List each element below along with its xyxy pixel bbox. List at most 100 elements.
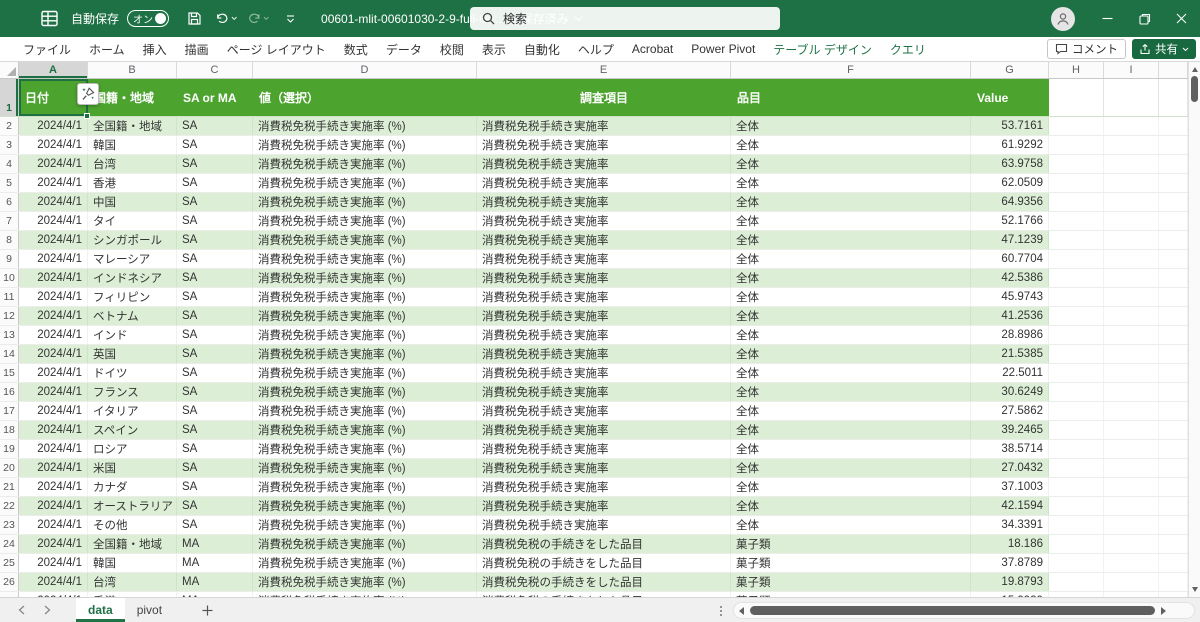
cell-empty[interactable] (1104, 554, 1159, 572)
add-sheet-button[interactable] (190, 598, 224, 622)
cell-G15[interactable]: 22.5011 (971, 364, 1049, 382)
sheet-nav-left-icon[interactable] (8, 598, 34, 622)
row-header-21[interactable]: 21 (0, 478, 19, 496)
cell-G4[interactable]: 63.9758 (971, 155, 1049, 173)
cell-A19[interactable]: 2024/4/1 (19, 440, 88, 458)
cell-F10[interactable]: 全体 (731, 269, 971, 287)
cell-C4[interactable]: SA (177, 155, 253, 173)
cell-D10[interactable]: 消費税免税手続き実施率 (%) (253, 269, 477, 287)
row-header-15[interactable]: 15 (0, 364, 19, 382)
cell-empty[interactable] (1049, 535, 1104, 553)
cell-empty[interactable] (1159, 231, 1188, 249)
cell-F2[interactable]: 全体 (731, 117, 971, 135)
cell-G6[interactable]: 64.9356 (971, 193, 1049, 211)
cell-D19[interactable]: 消費税免税手続き実施率 (%) (253, 440, 477, 458)
cell-empty[interactable] (1159, 535, 1188, 553)
cell-G21[interactable]: 37.1003 (971, 478, 1049, 496)
cell-D15[interactable]: 消費税免税手続き実施率 (%) (253, 364, 477, 382)
cell-G22[interactable]: 42.1594 (971, 497, 1049, 515)
row-header-12[interactable]: 12 (0, 307, 19, 325)
row-header-22[interactable]: 22 (0, 497, 19, 515)
cell-empty[interactable] (1104, 212, 1159, 230)
cell-E12[interactable]: 消費税免税手続き実施率 (477, 307, 731, 325)
cell-empty[interactable] (1159, 212, 1188, 230)
cell-E20[interactable]: 消費税免税手続き実施率 (477, 459, 731, 477)
restore-button[interactable] (1126, 0, 1163, 37)
cell-empty[interactable] (1159, 288, 1188, 306)
cell-E16[interactable]: 消費税免税手続き実施率 (477, 383, 731, 401)
ribbon-tab-自動化[interactable]: 自動化 (515, 37, 569, 61)
cell-A13[interactable]: 2024/4/1 (19, 326, 88, 344)
cell-E18[interactable]: 消費税免税手続き実施率 (477, 421, 731, 439)
ribbon-tab-ホーム[interactable]: ホーム (80, 37, 134, 61)
cell-C15[interactable]: SA (177, 364, 253, 382)
row-header-11[interactable]: 11 (0, 288, 19, 306)
cell-C18[interactable]: SA (177, 421, 253, 439)
cell-A20[interactable]: 2024/4/1 (19, 459, 88, 477)
cell-E7[interactable]: 消費税免税手続き実施率 (477, 212, 731, 230)
cell-empty[interactable] (1104, 364, 1159, 382)
cell-G13[interactable]: 28.8986 (971, 326, 1049, 344)
row-header-20[interactable]: 20 (0, 459, 19, 477)
cell-C22[interactable]: SA (177, 497, 253, 515)
cell-empty[interactable] (1159, 136, 1188, 154)
row-header-7[interactable]: 7 (0, 212, 19, 230)
cell-C26[interactable]: MA (177, 573, 253, 591)
cell-empty[interactable] (1104, 402, 1159, 420)
cell-D23[interactable]: 消費税免税手続き実施率 (%) (253, 516, 477, 534)
header-empty-cell[interactable] (1159, 79, 1188, 116)
cell-empty[interactable] (1159, 554, 1188, 572)
fill-handle[interactable] (84, 113, 90, 119)
cell-B24[interactable]: 全国籍・地域 (88, 535, 177, 553)
cell-A23[interactable]: 2024/4/1 (19, 516, 88, 534)
cell-F13[interactable]: 全体 (731, 326, 971, 344)
tab-scrollbar-splitter[interactable] (716, 602, 726, 619)
cell-B25[interactable]: 韓国 (88, 554, 177, 572)
row-header-2[interactable]: 2 (0, 117, 19, 135)
cell-E22[interactable]: 消費税免税手続き実施率 (477, 497, 731, 515)
cell-F21[interactable]: 全体 (731, 478, 971, 496)
cell-empty[interactable] (1049, 554, 1104, 572)
cell-G24[interactable]: 18.186 (971, 535, 1049, 553)
cell-empty[interactable] (1104, 535, 1159, 553)
cell-F9[interactable]: 全体 (731, 250, 971, 268)
cell-empty[interactable] (1104, 136, 1159, 154)
cell-D9[interactable]: 消費税免税手続き実施率 (%) (253, 250, 477, 268)
cell-empty[interactable] (1049, 478, 1104, 496)
cell-empty[interactable] (1104, 288, 1159, 306)
cell-B12[interactable]: ベトナム (88, 307, 177, 325)
cell-F8[interactable]: 全体 (731, 231, 971, 249)
cell-B14[interactable]: 英国 (88, 345, 177, 363)
cell-E6[interactable]: 消費税免税手続き実施率 (477, 193, 731, 211)
cell-A11[interactable]: 2024/4/1 (19, 288, 88, 306)
cell-F11[interactable]: 全体 (731, 288, 971, 306)
column-header-B[interactable]: B (88, 62, 177, 78)
cell-empty[interactable] (1104, 193, 1159, 211)
customize-quick-access-icon[interactable] (279, 7, 301, 31)
ribbon-tab-挿入[interactable]: 挿入 (134, 37, 176, 61)
ribbon-tab-ヘルプ[interactable]: ヘルプ (569, 37, 623, 61)
cell-empty[interactable] (1049, 212, 1104, 230)
cell-E5[interactable]: 消費税免税手続き実施率 (477, 174, 731, 192)
cell-F4[interactable]: 全体 (731, 155, 971, 173)
cell-D2[interactable]: 消費税免税手続き実施率 (%) (253, 117, 477, 135)
cell-empty[interactable] (1104, 516, 1159, 534)
cell-C10[interactable]: SA (177, 269, 253, 287)
cell-A18[interactable]: 2024/4/1 (19, 421, 88, 439)
cell-E9[interactable]: 消費税免税手続き実施率 (477, 250, 731, 268)
ribbon-tab-テーブル デザイン[interactable]: テーブル デザイン (764, 37, 881, 61)
cell-empty[interactable] (1159, 307, 1188, 325)
cell-G12[interactable]: 41.2536 (971, 307, 1049, 325)
row-header-16[interactable]: 16 (0, 383, 19, 401)
cell-C25[interactable]: MA (177, 554, 253, 572)
cell-empty[interactable] (1049, 307, 1104, 325)
cell-C24[interactable]: MA (177, 535, 253, 553)
header-cell-B1[interactable]: 国籍・地域 (88, 79, 177, 116)
cell-A17[interactable]: 2024/4/1 (19, 402, 88, 420)
search-box[interactable]: 検索 (470, 7, 780, 30)
cell-B9[interactable]: マレーシア (88, 250, 177, 268)
cell-E24[interactable]: 消費税免税の手続きをした品目 (477, 535, 731, 553)
cell-empty[interactable] (1049, 345, 1104, 363)
vertical-scrollbar[interactable] (1188, 62, 1200, 597)
header-empty-cell[interactable] (1104, 79, 1159, 116)
